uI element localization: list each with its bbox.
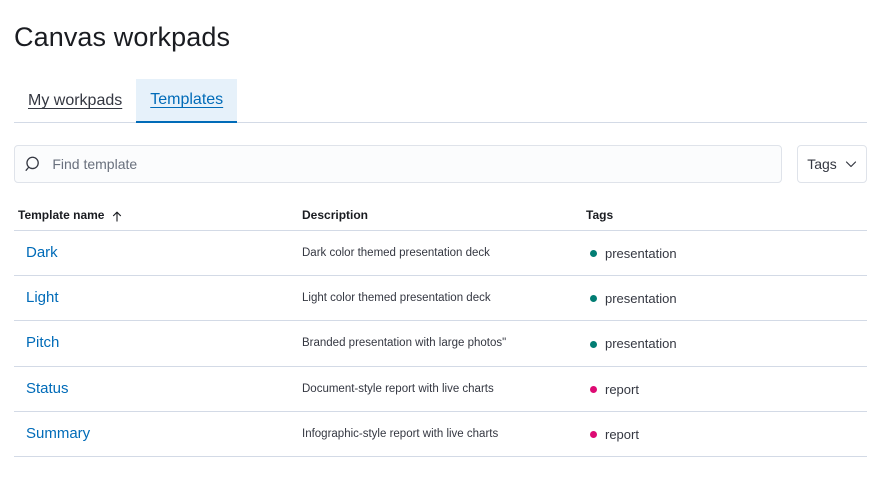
table-row: Pitch Branded presentation with large ph… [14,320,867,367]
search-icon [25,156,39,171]
tags-filter-label: Tags [807,156,837,172]
template-tags-cell: presentation [586,275,867,322]
template-description: Dark color themed presentation deck [302,230,586,276]
template-description: Document-style report with live charts [302,366,586,413]
table-row: Status Document-style report with live c… [14,366,867,413]
tags-filter-button[interactable]: Tags [797,145,867,183]
header-tags: Tags [586,201,867,231]
tab-templates[interactable]: Templates [136,79,238,123]
template-tags-cell: presentation [586,230,867,276]
chevron-down-icon [845,161,856,168]
template-link-status[interactable]: Status [26,380,69,397]
tab-my-workpads-label: My workpads [28,92,123,109]
template-name-cell: Pitch [14,320,302,367]
template-link-pitch[interactable]: Pitch [26,334,59,351]
template-description: Light color themed presentation deck [302,275,586,322]
tag-dot-icon [590,431,597,439]
tag-dot-icon [590,249,597,257]
template-tags-cell: presentation [586,320,867,367]
tab-bar: My workpads Templates [14,79,867,123]
table-row: Light Light color themed presentation de… [14,275,867,322]
template-name-cell: Light [14,275,302,322]
template-name-cell: Summary [14,411,302,458]
tab-templates-label: Templates [150,91,224,108]
template-name-cell: Status [14,366,302,413]
header-description: Description [302,201,586,231]
template-tags-cell: report [586,411,867,458]
header-template-name[interactable]: Template name [14,201,302,231]
tag-dot-icon [590,385,597,393]
tag-label[interactable]: report [605,427,639,442]
template-tags-cell: report [586,366,867,413]
table-row: Summary Infographic-style report with li… [14,411,867,458]
page-title: Canvas workpads [14,22,231,52]
template-description: Branded presentation with large photos" [302,320,586,367]
sort-arrow-up-icon [112,211,122,222]
tag-dot-icon [590,340,597,348]
table-row: Dark Dark color themed presentation deck… [14,230,867,276]
tag-label[interactable]: presentation [605,246,677,261]
tag-label[interactable]: report [605,382,639,397]
search-input[interactable] [52,156,781,172]
canvas-workpads-page: Canvas workpads My workpads Templates Ta… [0,0,880,489]
templates-table: Template name Description Tags Dark Dark… [14,201,867,458]
template-description: Infographic-style report with live chart… [302,411,586,458]
tag-dot-icon [590,295,597,303]
tag-label[interactable]: presentation [605,337,677,352]
table-header-row: Template name Description Tags [14,201,867,231]
tag-label[interactable]: presentation [605,291,677,306]
template-link-dark[interactable]: Dark [26,244,58,261]
search-box[interactable] [14,145,782,183]
template-link-light[interactable]: Light [26,289,59,306]
template-name-cell: Dark [14,230,302,276]
search-toolbar: Tags [14,145,867,183]
template-link-summary[interactable]: Summary [26,425,90,442]
tab-my-workpads[interactable]: My workpads [14,79,136,123]
header-template-name-label: Template name [18,208,105,223]
